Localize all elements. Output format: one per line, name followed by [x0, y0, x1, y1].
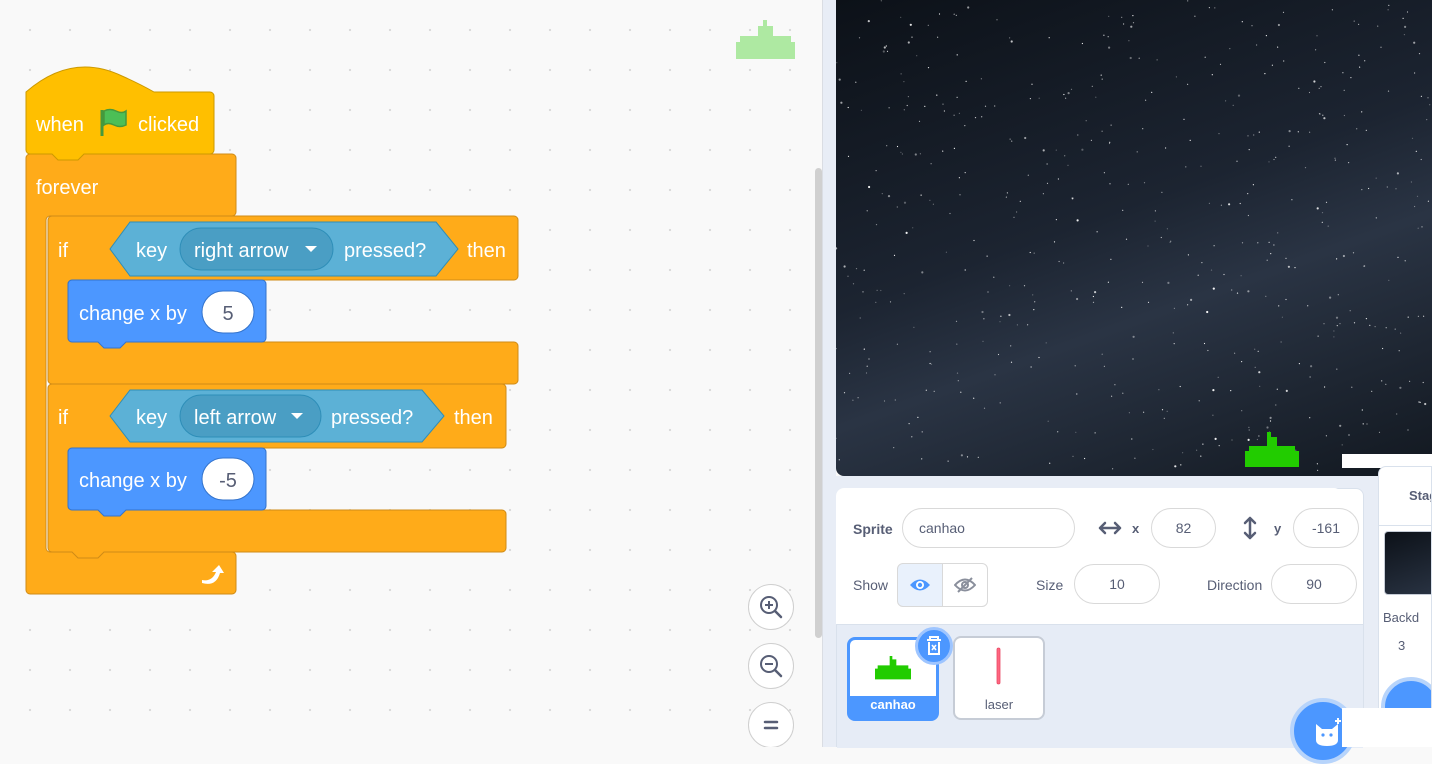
key-dropdown-value-2: left arrow [194, 407, 277, 429]
size-label: Size [1036, 577, 1064, 593]
size-value: 10 [1109, 576, 1125, 592]
eye-icon [910, 579, 930, 591]
sprite-name-input[interactable]: canhao [902, 508, 1075, 548]
x-value: 82 [1175, 520, 1192, 536]
key-label-1: key [136, 240, 167, 262]
zoom-in-button[interactable] [748, 584, 794, 630]
zoom-reset-button[interactable] [748, 702, 794, 747]
trash-icon [927, 636, 941, 655]
stage-backdrop [836, 0, 1431, 471]
sprite-name-value: canhao [919, 520, 965, 536]
pressed-label-1: pressed? [344, 240, 426, 262]
x-label: x [1132, 521, 1140, 536]
panel-edge [1342, 708, 1432, 747]
stage[interactable] [836, 0, 1432, 476]
y-value: -161 [1311, 520, 1341, 536]
horizontal-arrows-icon [1098, 521, 1122, 535]
direction-label: Direction [1207, 577, 1263, 593]
backdrops-count: 3 [1398, 638, 1406, 653]
zoom-out-icon [760, 655, 783, 678]
show-visible-button[interactable] [897, 563, 943, 607]
change-x-block-2[interactable]: change x by -5 [67, 447, 267, 517]
backdrop-thumb [1384, 531, 1431, 595]
zoom-reset-icon [763, 720, 779, 730]
direction-input[interactable]: 90 [1271, 564, 1357, 604]
canhao-sprite[interactable] [1243, 432, 1301, 468]
laser-icon [996, 647, 1001, 685]
sprite-name-canhao: canhao [870, 697, 916, 712]
when-label: when [35, 114, 84, 136]
x-input[interactable]: 82 [1151, 508, 1216, 548]
if-label-2: if [58, 407, 68, 429]
code-area-scrollbar[interactable] [815, 168, 822, 638]
zoom-out-button[interactable] [748, 643, 794, 689]
sprite-label: Sprite [853, 521, 893, 537]
show-hidden-button[interactable] [942, 563, 988, 607]
cat-plus-icon [1316, 718, 1341, 746]
vertical-arrows-icon [1243, 516, 1257, 540]
pressed-label-2: pressed? [331, 407, 413, 429]
change-x-value-2: -5 [219, 470, 237, 492]
sprite-ghost-icon [736, 20, 795, 59]
delete-sprite-button[interactable] [915, 627, 953, 665]
sprite-name-laser: laser [984, 697, 1014, 712]
change-x-label-2: change x by [79, 470, 187, 492]
if-label-1: if [58, 240, 68, 262]
forever-label: forever [36, 177, 99, 199]
size-input[interactable]: 10 [1074, 564, 1160, 604]
change-x-block-1[interactable]: change x by 5 [67, 279, 267, 349]
key-dropdown-value-1: right arrow [194, 240, 289, 262]
key-label-2: key [136, 407, 167, 429]
sprite-thumb-laser [955, 638, 1043, 694]
then-label-1: then [467, 240, 506, 262]
script-canvas[interactable]: forever if key right arrow pressed? then… [0, 0, 560, 620]
change-x-value-1: 5 [222, 303, 233, 325]
code-area[interactable]: forever if key right arrow pressed? then… [0, 0, 822, 747]
panel-divider [822, 0, 836, 747]
y-input[interactable]: -161 [1293, 508, 1359, 548]
change-x-label-1: change x by [79, 303, 187, 325]
zoom-in-icon [760, 596, 783, 619]
eye-hidden-icon [954, 577, 976, 593]
show-label: Show [853, 577, 889, 593]
sprite-tile-laser[interactable]: laser [953, 636, 1045, 720]
stage-panel-title: Stag [1409, 488, 1431, 503]
when-flag-clicked-block[interactable]: when clicked [25, 66, 215, 161]
then-label-2: then [454, 407, 493, 429]
stage-panel[interactable]: Stag Backd 3 [1378, 466, 1432, 747]
cannon-icon [875, 656, 911, 680]
direction-value: 90 [1306, 576, 1322, 592]
y-label: y [1274, 521, 1282, 536]
backdrops-label: Backd [1383, 610, 1420, 625]
clicked-label: clicked [138, 114, 199, 136]
